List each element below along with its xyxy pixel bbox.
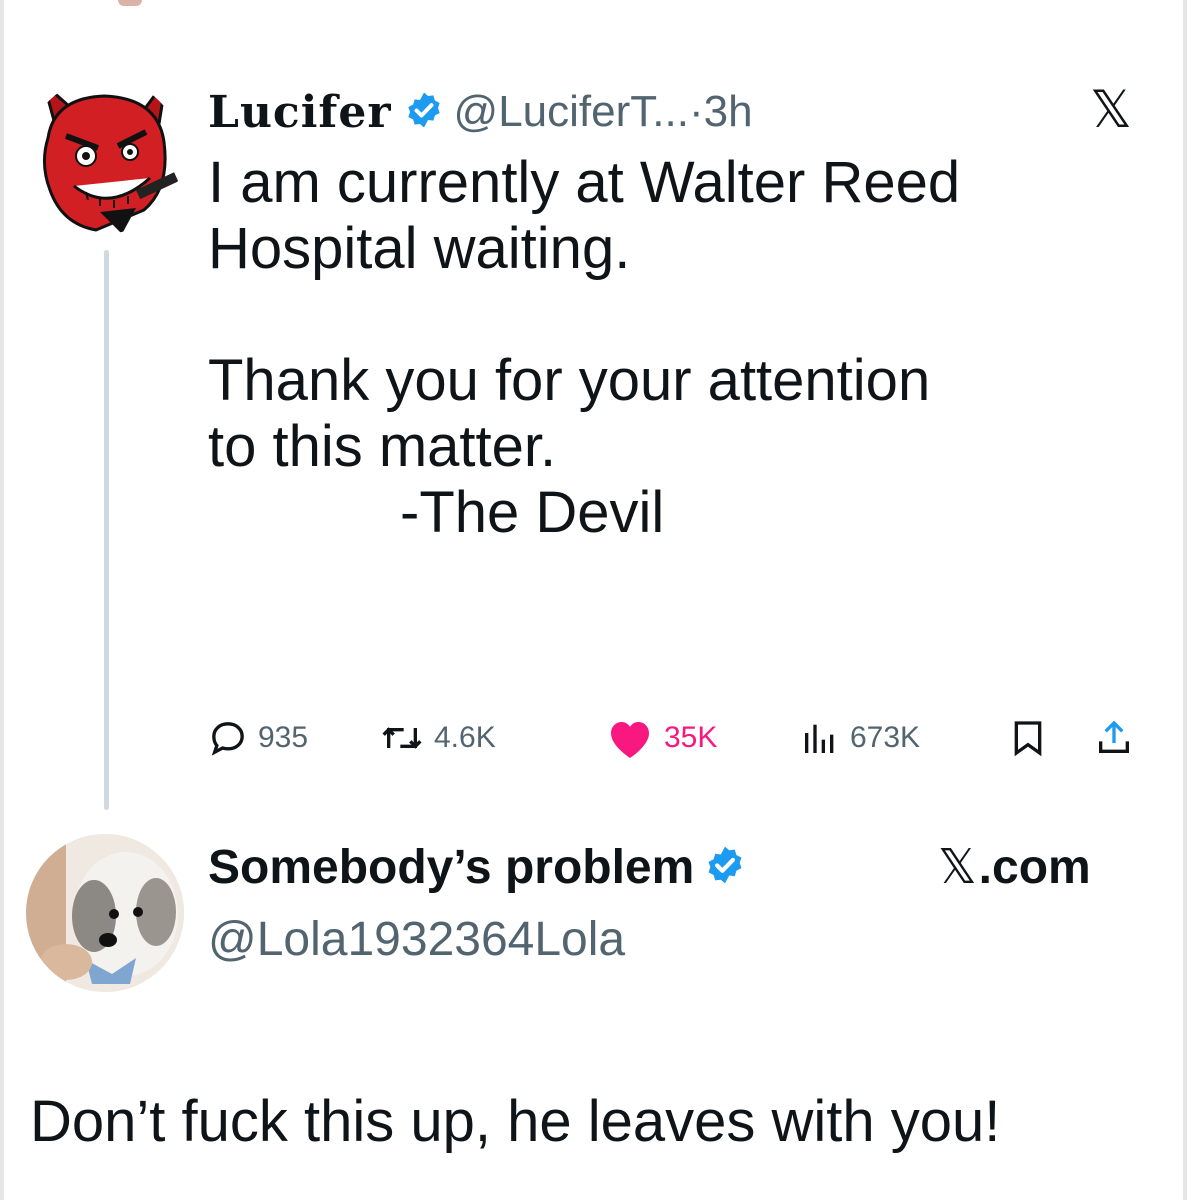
reply-button[interactable]: 935 [208, 710, 308, 766]
dog-photo-icon [26, 834, 184, 992]
tweet1-line-1: I am currently at Walter Reed [208, 150, 961, 215]
tweet1-handle[interactable]: @LuciferT...·3h [454, 87, 753, 137]
tweet2-text: Don’t fuck this up, he leaves with you! [30, 1089, 1001, 1154]
bookmark-button[interactable] [1008, 710, 1048, 766]
like-count: 35K [664, 721, 718, 754]
tweet2-handle[interactable]: @Lola1932364Lola [208, 912, 625, 967]
repost-count: 4.6K [434, 721, 496, 754]
reply-count: 935 [258, 721, 309, 754]
previous-avatar-edge [118, 0, 142, 6]
frame-border-right [1183, 0, 1187, 1200]
reply-bubble-icon [208, 718, 248, 758]
tweet1-line-2: Hospital waiting. [208, 216, 631, 281]
devil-face-icon [26, 78, 182, 234]
x-logo-icon: 𝕏 [938, 839, 977, 895]
x-com-label: .com [978, 840, 1091, 894]
repost-icon [380, 718, 424, 758]
views-count: 673K [850, 721, 921, 754]
somebodys-problem-avatar[interactable] [26, 834, 184, 992]
tweet1-signature: -The Devil [400, 480, 665, 545]
tweet1-line-3: Thank you for your attention [208, 348, 931, 413]
tweet1-display-name[interactable]: Lucifer [208, 87, 392, 138]
repost-button[interactable]: 4.6K [380, 710, 496, 766]
frame-border-left [0, 0, 4, 1200]
tweet1-action-bar: 935 4.6K 35K 673K [208, 710, 1158, 766]
thread-connector-line [104, 250, 109, 810]
x-logo-icon[interactable]: 𝕏 [1090, 80, 1132, 140]
tweet1-header: Lucifer @LuciferT...·3h [208, 82, 753, 142]
bookmark-icon [1008, 718, 1048, 758]
tweet1-separator: · [688, 87, 704, 136]
tweet1-line-4: to this matter. [208, 414, 557, 479]
verified-badge-icon [704, 844, 746, 891]
verified-badge-icon [404, 90, 444, 135]
views-chart-icon [800, 718, 840, 758]
tweet2-display-name[interactable]: Somebody’s problem [208, 840, 694, 895]
views-button[interactable]: 673K [800, 710, 920, 766]
x-com-source[interactable]: 𝕏 .com [938, 836, 1091, 898]
tweet2-header: Somebody’s problem [208, 836, 746, 898]
tweet1-text: I am currently at Walter Reed Hospital w… [208, 150, 1168, 546]
tweet1-time[interactable]: 3h [704, 87, 753, 136]
share-button[interactable] [1094, 710, 1134, 766]
like-button[interactable]: 35K [606, 710, 717, 766]
share-icon [1094, 718, 1134, 758]
lucifer-avatar[interactable] [26, 78, 182, 234]
heart-icon [606, 716, 654, 760]
tweet1-blank-line [208, 282, 1168, 348]
